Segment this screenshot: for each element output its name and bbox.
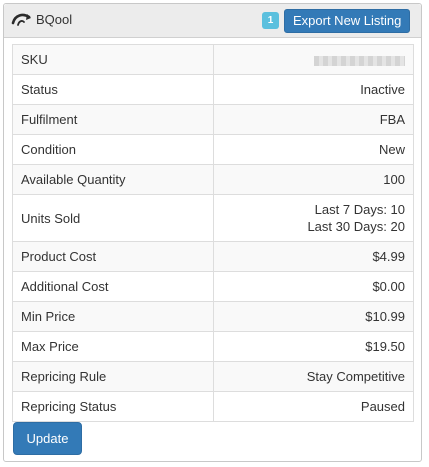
sku-redacted-value [314, 55, 405, 66]
row-label: Units Sold [12, 194, 214, 242]
table-row-repricing-rule: Repricing Rule Stay Competitive [12, 361, 414, 392]
row-value: 100 [213, 164, 414, 195]
pending-count-badge: 1 [262, 12, 279, 29]
row-value: New [213, 134, 414, 165]
row-value: $19.50 [213, 331, 414, 362]
row-value: FBA [213, 104, 414, 135]
brand-name: BQool [36, 11, 73, 27]
table-row-units-sold: Units Sold Last 7 Days: 10 Last 30 Days:… [12, 194, 414, 242]
table-row-sku: SKU [12, 44, 414, 75]
export-new-listing-button[interactable]: Export New Listing [284, 9, 411, 33]
table-row-status: Status Inactive [12, 74, 414, 105]
row-label: Status [12, 74, 214, 105]
table-row-max-price: Max Price $19.50 [12, 331, 414, 362]
row-label: Available Quantity [12, 164, 214, 195]
update-button[interactable]: Update [13, 422, 82, 455]
bqool-logo-icon [11, 13, 31, 26]
table-row-condition: Condition New [12, 134, 414, 165]
panel-header: BQool 1 Export New Listing [4, 4, 421, 38]
bqool-panel: BQool 1 Export New Listing SKU Status In… [3, 3, 422, 462]
row-label: SKU [12, 44, 214, 75]
row-value: Paused [213, 391, 414, 422]
sku-value [213, 44, 414, 75]
row-value: Stay Competitive [213, 361, 414, 392]
row-label: Condition [12, 134, 214, 165]
row-label: Additional Cost [12, 271, 214, 302]
row-value: $10.99 [213, 301, 414, 332]
units-sold-30-days: Last 30 Days: 20 [307, 219, 405, 234]
table-row-fulfilment: Fulfilment FBA [12, 104, 414, 135]
row-value: $0.00 [213, 271, 414, 302]
row-label: Repricing Rule [12, 361, 214, 392]
row-label: Max Price [12, 331, 214, 362]
units-sold-7-days: Last 7 Days: 10 [314, 202, 405, 217]
table-row-repricing-status: Repricing Status Paused [12, 391, 414, 422]
row-label: Fulfilment [12, 104, 214, 135]
table-row-min-price: Min Price $10.99 [12, 301, 414, 332]
row-label: Product Cost [12, 241, 214, 272]
brand: BQool [11, 11, 72, 27]
table-row-additional-cost: Additional Cost $0.00 [12, 271, 414, 302]
row-value: $4.99 [213, 241, 414, 272]
units-sold-value: Last 7 Days: 10 Last 30 Days: 20 [213, 194, 414, 242]
listing-details-table: SKU Status Inactive Fulfilment FBA Condi… [12, 44, 414, 422]
table-row-available-quantity: Available Quantity 100 [12, 164, 414, 195]
row-label: Min Price [12, 301, 214, 332]
table-row-product-cost: Product Cost $4.99 [12, 241, 414, 272]
row-value: Inactive [213, 74, 414, 105]
row-label: Repricing Status [12, 391, 214, 422]
